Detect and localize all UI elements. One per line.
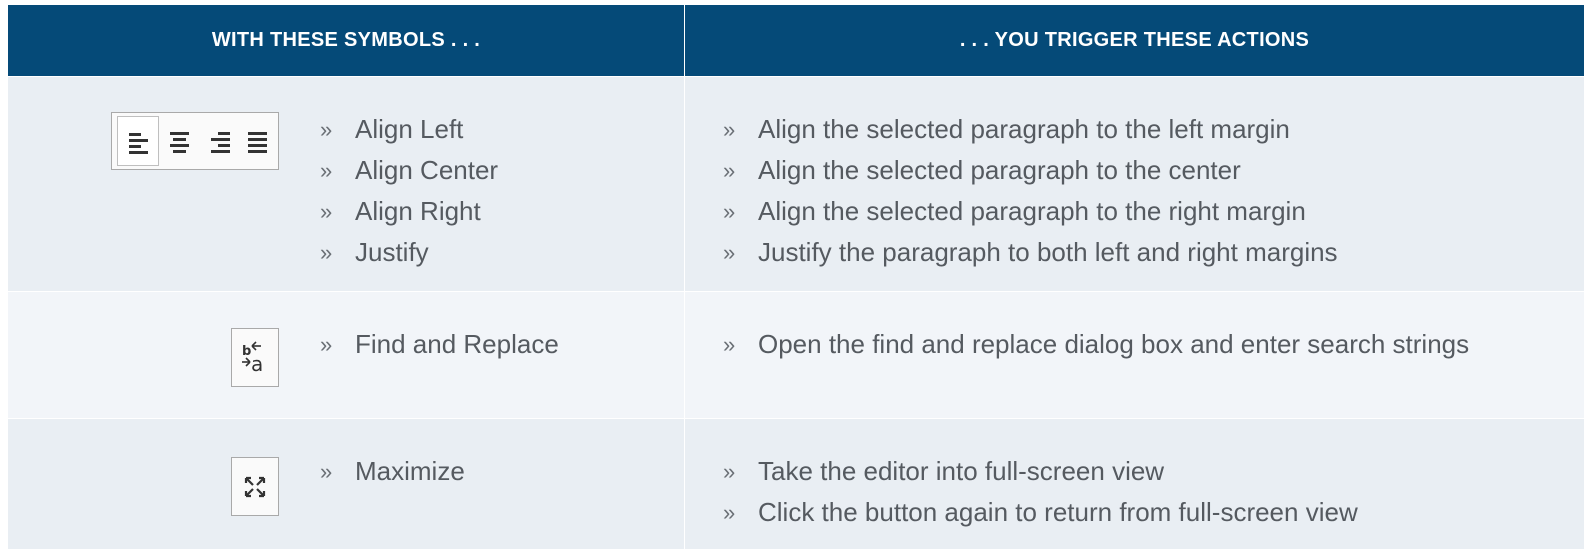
action-list: » Take the editor into full-screen view »… — [723, 451, 1358, 533]
align-center-icon — [170, 132, 189, 153]
header-symbols-label: WITH THESE SYMBOLS . . . — [211, 29, 481, 51]
maximize-button[interactable] — [231, 457, 279, 516]
symbol-label: Align Right — [355, 196, 481, 226]
bullet-glyph: » — [320, 117, 333, 142]
table-row-alignment: » Align Left » Align Center » Align Right »… — [8, 77, 1584, 291]
align-right-icon — [211, 132, 230, 153]
action-text: Align the selected paragraph to the righ… — [758, 196, 1306, 226]
symbol-list: » Find and Replace — [320, 324, 559, 365]
action-text: Click the button again to return from fu… — [758, 497, 1358, 527]
symbol-list: » Align Left » Align Center » Align Right »… — [320, 109, 498, 273]
table-row-maximize: » Maximize » Take the editor into full-scr… — [8, 419, 1584, 549]
bullet-glyph: » — [320, 158, 333, 183]
actions-cell: » Take the editor into full-screen view »… — [685, 419, 1584, 549]
maximize-icon — [244, 476, 266, 498]
bullet-glyph: » — [723, 459, 736, 484]
justify-button[interactable] — [238, 116, 278, 166]
column-divider — [684, 77, 685, 549]
align-center-button[interactable] — [160, 116, 200, 166]
symbol-list: » Maximize — [320, 451, 465, 492]
symbols-cell: » Maximize — [8, 419, 684, 549]
action-text: Justify the paragraph to both left and r… — [758, 237, 1338, 267]
bullet-glyph: » — [320, 459, 333, 484]
header-actions-label: . . . YOU TRIGGER THESE ACTIONS — [959, 29, 1310, 51]
actions-cell: » Open the find and replace dialog box an… — [685, 292, 1584, 418]
symbol-label: Find and Replace — [355, 329, 559, 359]
align-left-button[interactable] — [117, 116, 159, 166]
justify-icon — [248, 132, 267, 153]
find-replace-icon: b a — [242, 341, 263, 376]
symbol-label: Justify — [355, 237, 429, 267]
bullet-glyph: » — [723, 332, 736, 357]
svg-text:a: a — [251, 352, 263, 376]
list-item: » Justify the paragraph to both left and … — [723, 232, 1338, 273]
alignment-toolbar — [111, 112, 279, 170]
bullet-glyph: » — [723, 158, 736, 183]
list-item: » Align Center — [320, 150, 498, 191]
symbol-label: Align Center — [355, 155, 499, 185]
align-left-icon — [129, 133, 148, 154]
bullet-glyph: » — [320, 240, 333, 265]
bullet-glyph: » — [723, 240, 736, 265]
bullet-glyph: » — [320, 332, 333, 357]
list-item: » Align Left — [320, 109, 498, 150]
list-item: » Maximize — [320, 451, 465, 492]
action-text: Align the selected paragraph to the left… — [758, 114, 1290, 144]
list-item: » Justify — [320, 232, 498, 273]
symbols-cell: » Align Left » Align Center » Align Right »… — [8, 77, 684, 291]
symbol-label: Align Left — [355, 114, 464, 144]
header-actions: . . . YOU TRIGGER THESE ACTIONS — [685, 5, 1584, 76]
list-item: » Open the find and replace dialog box an… — [723, 324, 1469, 365]
list-item: » Align the selected paragraph to the rig… — [723, 191, 1338, 232]
action-text: Align the selected paragraph to the cent… — [758, 155, 1241, 185]
actions-cell: » Align the selected paragraph to the lef… — [685, 77, 1584, 291]
action-text: Open the find and replace dialog box and… — [758, 329, 1470, 359]
bullet-glyph: » — [723, 117, 736, 142]
bullet-glyph: » — [320, 199, 333, 224]
list-item: » Align Right — [320, 191, 498, 232]
symbols-cell: b a » Find and Replace — [8, 292, 684, 418]
list-item: » Align the selected paragraph to the cen… — [723, 150, 1338, 191]
find-replace-button[interactable]: b a — [231, 328, 279, 387]
action-text: Take the editor into full-screen view — [758, 456, 1165, 486]
list-item: » Click the button again to return from f… — [723, 492, 1358, 533]
table-row-find-replace: b a » Find and Replace » Open the find and… — [8, 292, 1584, 418]
bullet-glyph: » — [723, 199, 736, 224]
list-item: » Take the editor into full-screen view — [723, 451, 1358, 492]
symbols-actions-table: WITH THESE SYMBOLS . . . . . . YOU TRIGG… — [8, 5, 1584, 549]
align-right-button[interactable] — [201, 116, 241, 166]
action-list: » Align the selected paragraph to the lef… — [723, 109, 1338, 273]
svg-text:b: b — [242, 344, 251, 359]
header-symbols: WITH THESE SYMBOLS . . . — [8, 5, 684, 76]
bullet-glyph: » — [723, 500, 736, 525]
symbol-label: Maximize — [355, 456, 465, 486]
action-list: » Open the find and replace dialog box an… — [723, 324, 1469, 365]
list-item: » Align the selected paragraph to the lef… — [723, 109, 1338, 150]
list-item: » Find and Replace — [320, 324, 559, 365]
